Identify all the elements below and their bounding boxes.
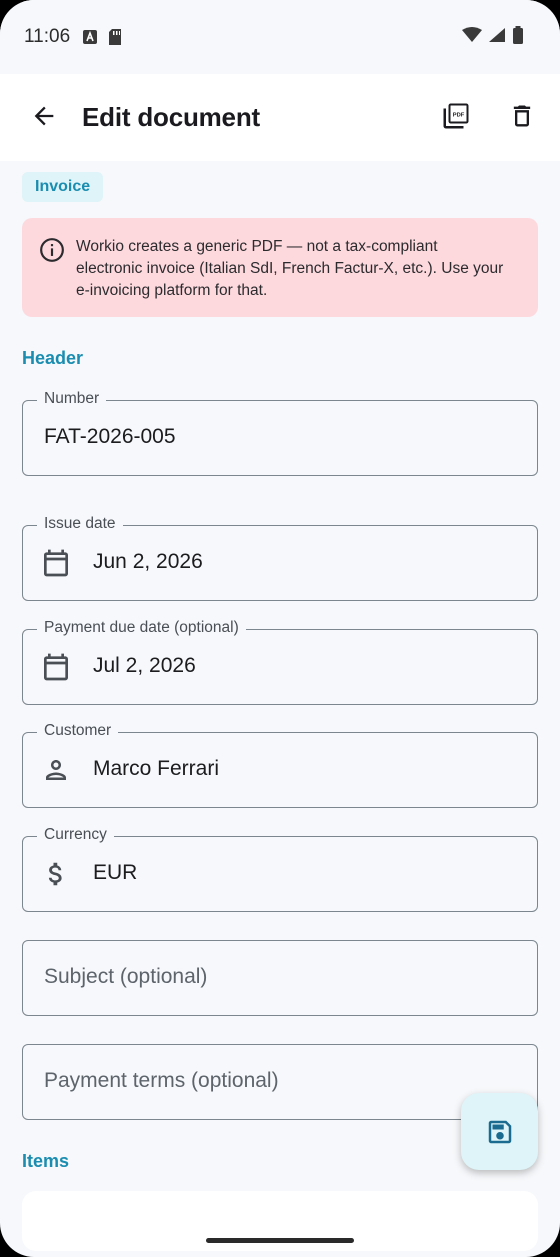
calendar-icon [39, 546, 73, 580]
signal-icon [488, 27, 506, 49]
calendar-icon [39, 650, 73, 684]
keyboard-notification-icon [82, 29, 98, 45]
info-icon [40, 238, 64, 262]
payment-due-date-label: Payment due date (optional) [37, 619, 246, 637]
number-field[interactable]: Number FAT-2026-005 [22, 390, 538, 476]
customer-value: Marco Ferrari [93, 757, 220, 780]
pdf-icon: PDF [443, 103, 469, 129]
sd-card-icon [108, 28, 122, 46]
currency-field[interactable]: Currency EUR [22, 826, 538, 912]
alert-text: Workio creates a generic PDF — not a tax… [76, 238, 504, 299]
issue-date-value: Jun 2, 2026 [93, 550, 203, 573]
issue-date-label: Issue date [37, 515, 123, 533]
subject-placeholder: Subject (optional) [44, 965, 208, 988]
subject-field[interactable]: Subject (optional) [22, 940, 538, 1016]
issue-date-field[interactable]: Issue date Jun 2, 2026 [22, 515, 538, 601]
currency-label: Currency [37, 826, 114, 844]
payment-due-date-value: Jul 2, 2026 [93, 654, 196, 677]
save-icon [488, 1120, 511, 1143]
status-time: 11:06 [24, 26, 71, 47]
svg-text:PDF: PDF [453, 112, 465, 118]
customer-label: Customer [37, 722, 119, 740]
document-type-chip: Invoice [22, 172, 104, 202]
payment-terms-placeholder: Payment terms (optional) [44, 1069, 279, 1092]
trash-icon [513, 105, 531, 127]
back-arrow-icon [34, 106, 54, 126]
payment-due-date-field[interactable]: Payment due date (optional) Jul 2, 2026 [22, 619, 538, 705]
warning-alert: Workio creates a generic PDF — not a tax… [22, 218, 538, 317]
wifi-icon [462, 27, 482, 49]
app-bar: Edit document PDF [0, 74, 560, 161]
page-title: Edit document [82, 102, 260, 132]
export-pdf-button[interactable]: PDF [438, 98, 474, 134]
save-button[interactable] [461, 1093, 538, 1170]
status-bar: 11:06 [0, 0, 560, 74]
back-button[interactable] [26, 98, 62, 134]
number-label: Number [37, 390, 107, 408]
battery-icon [512, 26, 524, 50]
section-header-title: Header [22, 348, 84, 368]
section-items-title: Items [22, 1151, 70, 1171]
delete-button[interactable] [504, 98, 540, 134]
gesture-nav-bar[interactable] [206, 1238, 354, 1243]
dollar-icon [39, 857, 73, 891]
phone-screen: 11:06 Edit document PDF Invoice Workio c… [0, 0, 560, 1257]
number-value: FAT-2026-005 [44, 425, 176, 448]
currency-value: EUR [93, 861, 138, 884]
customer-field[interactable]: Customer Marco Ferrari [22, 722, 538, 808]
person-icon [39, 753, 73, 787]
